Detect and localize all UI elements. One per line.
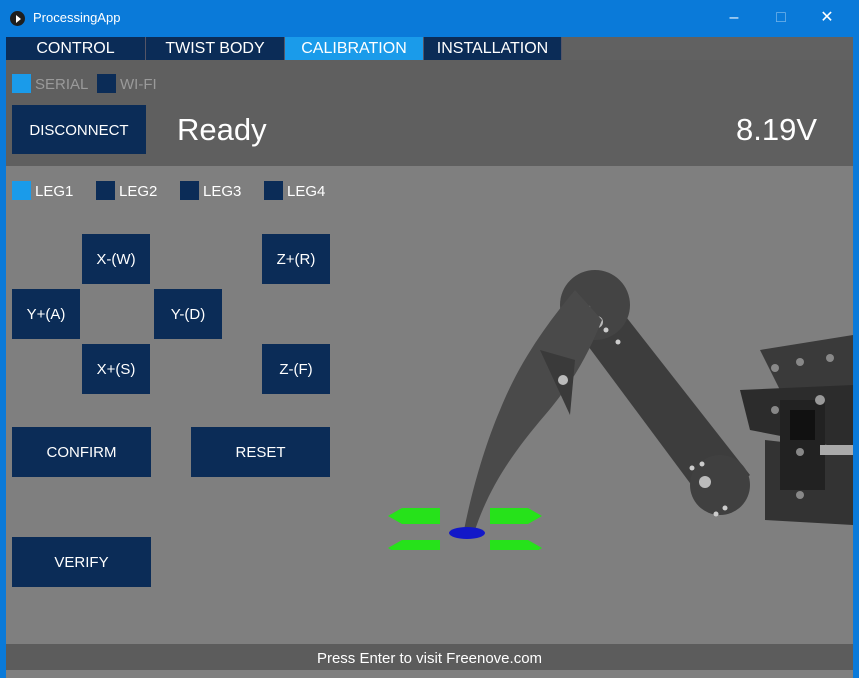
verify-button[interactable]: VERIFY bbox=[12, 537, 151, 587]
arrow-right-top-icon bbox=[490, 508, 542, 524]
x-minus-button[interactable]: X-(W) bbox=[82, 234, 150, 284]
connection-status: Ready bbox=[177, 112, 267, 147]
serial-label: SERIAL bbox=[35, 76, 89, 93]
maximize-button[interactable]: □ bbox=[766, 6, 796, 30]
tab-calibration[interactable]: CALIBRATION bbox=[285, 37, 424, 60]
leg3-label: LEG3 bbox=[203, 183, 242, 200]
tab-control[interactable]: CONTROL bbox=[6, 37, 146, 60]
arrow-left-top-icon bbox=[388, 508, 440, 524]
tab-twist-body[interactable]: TWIST BODY bbox=[146, 37, 285, 60]
wifi-label: WI-FI bbox=[120, 76, 157, 93]
confirm-button[interactable]: CONFIRM bbox=[12, 427, 151, 477]
connection-panel: SERIAL WI-FI DISCONNECT Ready 8.19V bbox=[6, 60, 853, 166]
title-bar[interactable]: ProcessingApp – □ ✕ bbox=[0, 0, 859, 37]
serial-checkbox[interactable] bbox=[12, 74, 31, 93]
lower-leg-link bbox=[464, 290, 602, 530]
foot-position-marker bbox=[449, 527, 485, 539]
close-button[interactable]: ✕ bbox=[812, 6, 842, 30]
right-border bbox=[853, 37, 859, 678]
z-plus-button[interactable]: Z+(R) bbox=[262, 234, 330, 284]
window-title: ProcessingApp bbox=[33, 10, 121, 25]
footer-link[interactable]: Press Enter to visit Freenove.com bbox=[6, 644, 853, 670]
leg4-label: LEG4 bbox=[287, 183, 326, 200]
wifi-checkbox[interactable] bbox=[97, 74, 116, 93]
x-plus-button[interactable]: X+(S) bbox=[82, 344, 150, 394]
tab-bar: CONTROL TWIST BODY CALIBRATION INSTALLAT… bbox=[6, 37, 853, 60]
battery-voltage: 8.19V bbox=[735, 112, 817, 147]
leg1-label: LEG1 bbox=[35, 183, 74, 200]
app-play-icon bbox=[10, 11, 25, 26]
app-window: ProcessingApp – □ ✕ CONTROL TWIST BODY C… bbox=[0, 0, 859, 678]
y-plus-button[interactable]: Y+(A) bbox=[12, 289, 80, 339]
disconnect-button[interactable]: DISCONNECT bbox=[12, 105, 146, 154]
leg2-checkbox[interactable] bbox=[96, 181, 115, 200]
leg2-label: LEG2 bbox=[119, 183, 158, 200]
tab-installation[interactable]: INSTALLATION bbox=[424, 37, 562, 60]
reset-button[interactable]: RESET bbox=[191, 427, 330, 477]
leg1-checkbox[interactable] bbox=[12, 181, 31, 200]
robot-body-frame bbox=[740, 335, 853, 525]
leg4-checkbox[interactable] bbox=[264, 181, 283, 200]
y-minus-button[interactable]: Y-(D) bbox=[154, 289, 222, 339]
leg3-checkbox[interactable] bbox=[180, 181, 199, 200]
robot-leg-illustration bbox=[388, 270, 853, 550]
arrow-right-bottom-icon bbox=[490, 540, 542, 550]
arrow-left-bottom-icon bbox=[388, 540, 440, 550]
minimize-button[interactable]: – bbox=[719, 6, 749, 30]
z-minus-button[interactable]: Z-(F) bbox=[262, 344, 330, 394]
